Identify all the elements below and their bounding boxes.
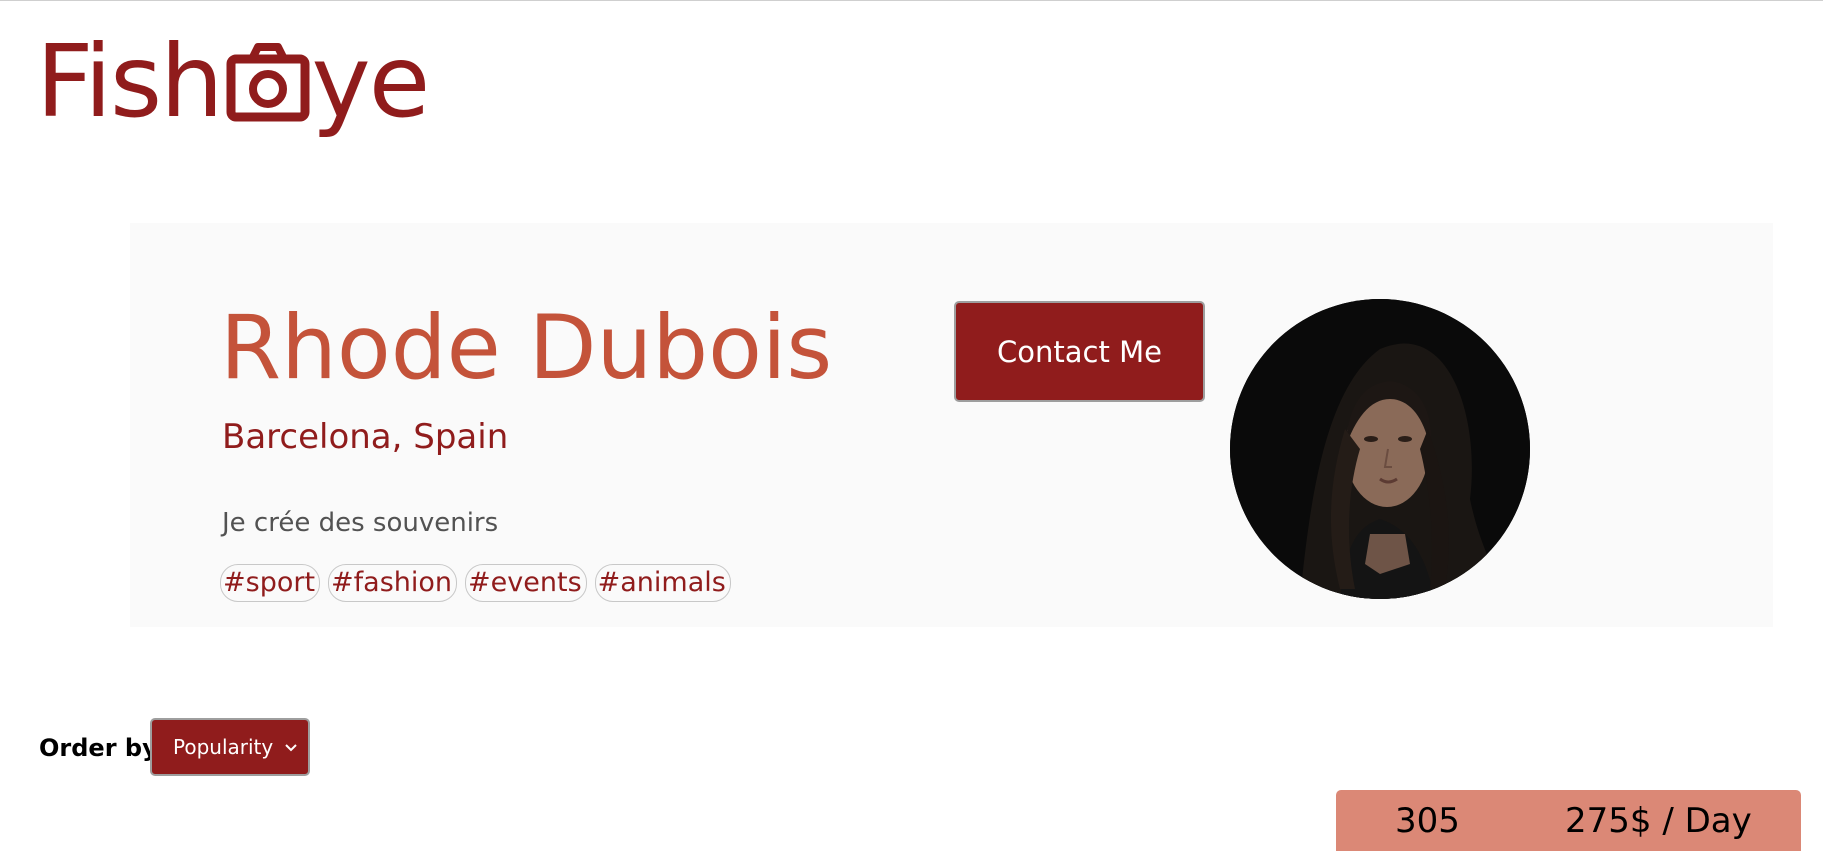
daily-price: 275$ / Day [1565, 801, 1752, 841]
logo[interactable]: Fish ye [36, 22, 431, 142]
chevron-down-icon [284, 740, 298, 754]
contact-button[interactable]: Contact Me [954, 301, 1205, 402]
tag-animals[interactable]: #animals [594, 564, 731, 602]
photographer-name: Rhode Dubois [220, 296, 833, 399]
tag-sport[interactable]: #sport [220, 564, 321, 602]
tag-list: #sport #fashion #events #animals [220, 564, 731, 602]
tag-events[interactable]: #events [465, 564, 587, 602]
total-likes-value: 305 [1395, 801, 1460, 841]
camera-icon [226, 41, 310, 123]
tag-fashion[interactable]: #fashion [328, 564, 458, 602]
order-by-select[interactable]: Popularity [150, 718, 310, 776]
top-border [0, 0, 1823, 1]
photographer-location: Barcelona, Spain [222, 417, 509, 457]
total-likes: 305 [1395, 804, 1460, 838]
stats-bar: 305 275$ / Day [1336, 790, 1801, 851]
logo-text-start: Fish [36, 23, 224, 140]
order-by-label: Order by [39, 734, 158, 762]
order-by-selected-value: Popularity [173, 735, 274, 759]
photographer-tagline: Je crée des souvenirs [222, 508, 499, 538]
photographer-portrait [1230, 299, 1530, 599]
logo-text-end: ye [311, 23, 431, 140]
